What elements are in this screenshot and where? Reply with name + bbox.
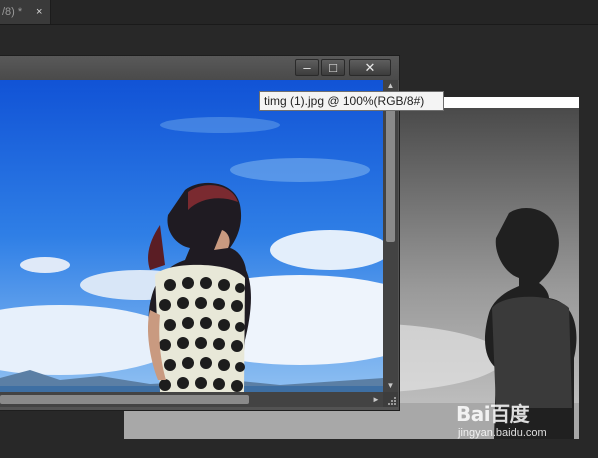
horizontal-scroll-thumb[interactable]	[0, 395, 249, 404]
resize-grip-icon[interactable]	[383, 392, 398, 407]
vertical-scrollbar[interactable]: ▲ ▼	[383, 80, 398, 392]
document-tab[interactable]: /8) * ×	[0, 0, 51, 24]
minimize-button[interactable]: –	[295, 59, 319, 76]
baidu-watermark: Bai百度 jingyan.baidu.com	[452, 398, 577, 444]
scroll-down-icon[interactable]: ▼	[383, 380, 398, 392]
maximize-button[interactable]: □	[321, 59, 345, 76]
close-button[interactable]: ✕	[349, 59, 391, 76]
color-photo	[0, 80, 383, 392]
watermark-logo-text: Bai百度	[456, 402, 530, 426]
horizontal-scrollbar[interactable]: ►	[0, 392, 383, 407]
document-tab-bar: /8) * ×	[0, 0, 598, 25]
watermark-url: jingyan.baidu.com	[458, 427, 547, 439]
document-tooltip: timg (1).jpg @ 100%(RGB/8#)	[259, 91, 444, 111]
baidu-logo: Bai百度	[456, 398, 530, 427]
color-photo-canvas	[0, 80, 383, 392]
document-tab-label: /8) *	[2, 6, 23, 18]
vertical-scroll-thumb[interactable]	[386, 92, 395, 242]
color-document-titlebar[interactable]: – □ ✕	[0, 56, 399, 80]
tab-close-icon[interactable]: ×	[36, 0, 42, 24]
scroll-right-icon[interactable]: ►	[370, 392, 382, 407]
